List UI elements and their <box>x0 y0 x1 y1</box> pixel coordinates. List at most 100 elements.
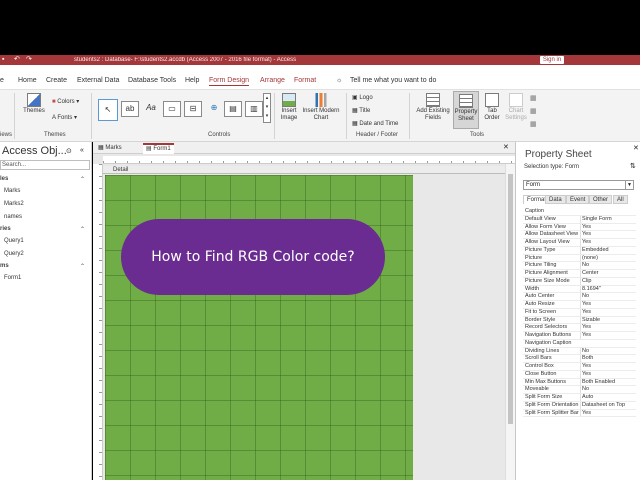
nav-item-names[interactable]: names <box>4 214 22 220</box>
undo-icon[interactable]: ↶ <box>14 56 22 64</box>
tab-form1[interactable]: ▤ Form1 <box>143 143 174 154</box>
property-row[interactable]: Allow Layout View Yes <box>523 239 636 247</box>
hyperlink-control-icon[interactable]: ⊕ <box>205 101 223 117</box>
logo-button[interactable]: ▣ Logo <box>352 94 373 101</box>
controls-gallery-scroll[interactable]: ▴ ▾ ▾ <box>263 93 271 123</box>
title-button[interactable]: ▦ Title <box>352 107 370 114</box>
menu-arrange[interactable]: Arrange <box>260 77 285 84</box>
property-row[interactable]: Auto Resize Yes <box>523 301 636 309</box>
property-value[interactable]: No <box>580 386 636 394</box>
property-row[interactable]: Border Style Sizable <box>523 316 636 325</box>
prop-tab-data[interactable]: Data <box>545 195 566 204</box>
sort-icon[interactable]: ⇅ <box>630 162 636 170</box>
property-row[interactable]: Picture Size Mode Clip <box>523 277 636 286</box>
property-row[interactable]: Picture (none) <box>523 254 636 263</box>
property-row[interactable]: Auto Center No <box>523 293 636 301</box>
property-value[interactable]: Embedded <box>580 246 636 254</box>
property-row[interactable]: Fit to Screen Yes <box>523 308 636 317</box>
property-row[interactable]: Scroll Bars Both <box>523 355 636 363</box>
property-value[interactable]: Both Enabled <box>580 378 636 386</box>
nav-group-forms[interactable]: ms ⌃ <box>0 263 90 270</box>
property-row[interactable]: Caption <box>523 208 636 216</box>
close-icon[interactable]: ✕ <box>503 143 509 151</box>
scrollbar-thumb[interactable] <box>508 174 513 424</box>
nav-search-input[interactable]: Search... <box>0 160 90 170</box>
select-control-icon[interactable]: ↖ <box>98 99 118 121</box>
save-icon[interactable]: ▪ <box>2 56 10 64</box>
fonts-button[interactable]: A Fonts ▾ <box>52 114 77 121</box>
property-row[interactable]: Record Selectors Yes <box>523 324 636 332</box>
property-row[interactable]: Picture Tiling No <box>523 262 636 270</box>
property-value[interactable]: Sizable <box>580 316 636 324</box>
property-value[interactable]: Auto <box>580 394 636 401</box>
property-value[interactable]: Clip <box>580 277 636 285</box>
menu-file-fragment[interactable]: e <box>0 77 4 84</box>
property-row[interactable]: Navigation Caption <box>523 340 636 348</box>
colors-button[interactable]: ■ Colors ▾ <box>52 98 79 105</box>
property-row[interactable]: Close Button Yes <box>523 370 636 379</box>
tab-marks[interactable]: ▦ Marks <box>95 143 125 154</box>
prop-tab-event[interactable]: Event <box>566 195 590 204</box>
prop-tab-other[interactable]: Other <box>589 195 613 204</box>
nav-group-tables[interactable]: les ⌃ <box>0 176 90 183</box>
subform-icon[interactable]: ▦ <box>530 120 537 128</box>
property-value[interactable]: No <box>580 262 636 270</box>
sign-in-button[interactable]: Sign in <box>540 56 564 64</box>
property-value[interactable]: Yes <box>580 308 636 316</box>
nav-item-marks[interactable]: Marks <box>4 188 20 194</box>
label-control-icon[interactable]: Aa <box>142 101 160 117</box>
selection-dropdown[interactable]: Form ▼ <box>523 180 634 190</box>
close-icon[interactable]: ✕ <box>633 144 639 152</box>
nav-item-query2[interactable]: Query2 <box>4 251 24 257</box>
property-row[interactable]: Picture Type Embedded <box>523 246 636 255</box>
property-value[interactable]: Yes <box>580 301 636 308</box>
prop-tab-all[interactable]: All <box>613 195 628 204</box>
property-row[interactable]: Navigation Buttons Yes <box>523 332 636 340</box>
property-row[interactable]: Min Max Buttons Both Enabled <box>523 378 636 387</box>
nav-group-queries[interactable]: ries ⌃ <box>0 226 90 233</box>
property-row[interactable]: Default View Single Form <box>523 215 636 224</box>
property-row[interactable]: Picture Alignment Center <box>523 270 636 278</box>
nav-item-query1[interactable]: Query1 <box>4 238 24 244</box>
tell-me-box[interactable]: Tell me what you want to do <box>350 77 436 84</box>
button-control-icon[interactable]: ▭ <box>163 101 181 117</box>
property-value[interactable]: Yes <box>580 363 636 370</box>
property-value[interactable]: (none) <box>580 254 636 262</box>
property-value[interactable]: Datasheet on Top <box>580 401 636 409</box>
property-row[interactable]: Width 8.1694" <box>523 285 636 294</box>
property-value[interactable]: Yes <box>580 324 636 332</box>
property-row[interactable]: Split Form Splitter Bar Yes <box>523 409 636 418</box>
shutter-bar-icon[interactable]: « <box>80 147 84 154</box>
redo-icon[interactable]: ↷ <box>26 56 34 64</box>
menu-database-tools[interactable]: Database Tools <box>128 77 176 84</box>
vertical-scrollbar[interactable] <box>505 164 515 480</box>
menu-format[interactable]: Format <box>294 77 316 84</box>
insert-modern-chart-button[interactable]: Insert Modern Chart <box>302 93 340 122</box>
form-detail-canvas[interactable]: How to Find RGB Color code? <box>105 175 413 480</box>
property-row[interactable]: Moveable No <box>523 386 636 394</box>
nav-item-form1[interactable]: Form1 <box>4 275 21 281</box>
view-code-icon[interactable]: ▦ <box>530 94 537 102</box>
property-value[interactable]: Single Form <box>580 215 636 223</box>
property-value[interactable]: Yes <box>580 409 636 417</box>
web-browser-control-icon[interactable]: ▤ <box>224 101 242 117</box>
property-row[interactable]: Split Form Size Auto <box>523 394 636 402</box>
property-row[interactable]: Dividing Lines No <box>523 347 636 356</box>
property-value[interactable]: Yes <box>580 239 636 246</box>
insert-image-button[interactable]: Insert Image <box>277 93 301 122</box>
date-time-button[interactable]: ▦ Date and Time <box>352 120 398 127</box>
textbox-control-icon[interactable]: ab <box>121 101 139 117</box>
property-value[interactable]: Yes <box>580 370 636 378</box>
menu-create[interactable]: Create <box>46 77 67 84</box>
property-value[interactable]: Center <box>580 270 636 277</box>
convert-macros-icon[interactable]: ▦ <box>530 107 537 115</box>
nav-pane-title[interactable]: Access Obj... <box>2 145 67 157</box>
menu-external-data[interactable]: External Data <box>77 77 119 84</box>
rounded-label-control[interactable]: How to Find RGB Color code? <box>121 219 385 295</box>
navigation-control-icon[interactable]: ▥ <box>245 101 263 117</box>
property-sheet-button[interactable]: Property Sheet <box>453 91 479 129</box>
property-row[interactable]: Control Box Yes <box>523 363 636 371</box>
property-row[interactable]: Allow Datasheet View Yes <box>523 231 636 239</box>
menu-form-design[interactable]: Form Design <box>209 77 250 86</box>
property-value[interactable]: Yes <box>580 231 636 239</box>
